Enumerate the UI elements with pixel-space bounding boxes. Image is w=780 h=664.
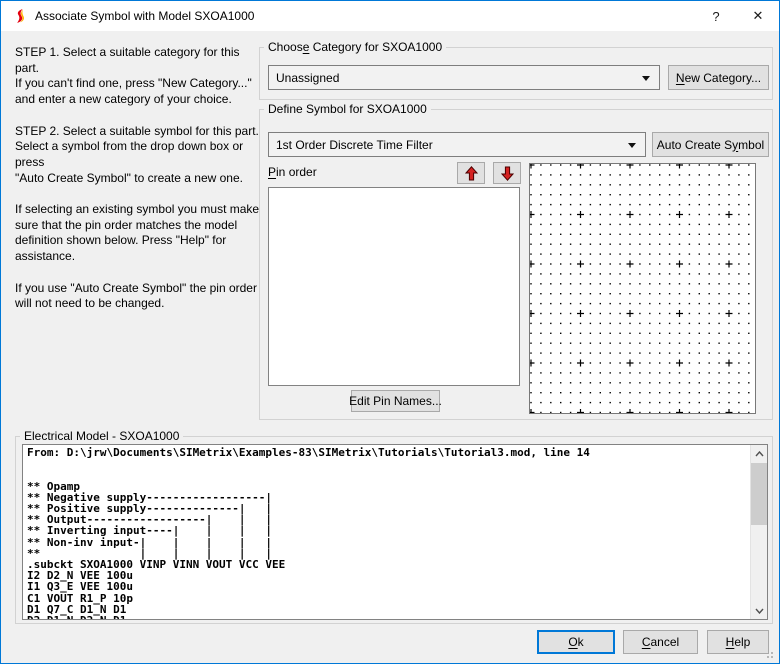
pin-order-note-paragraph: If selecting an existing symbol you must… xyxy=(15,202,265,265)
define-symbol-group: Define Symbol for SXOA1000 1st Order Dis… xyxy=(259,109,773,420)
question-icon: ? xyxy=(712,9,719,24)
cancel-button[interactable]: Cancel xyxy=(623,630,698,654)
model-text: From: D:\jrw\Documents\SIMetrix\Examples… xyxy=(27,447,590,620)
title-bar[interactable]: Associate Symbol with Model SXOA1000 ? ✕ xyxy=(1,1,779,31)
edit-pin-names-button[interactable]: Edit Pin Names... xyxy=(351,390,440,412)
resize-grip[interactable] xyxy=(764,649,774,659)
model-text-view[interactable]: From: D:\jrw\Documents\SIMetrix\Examples… xyxy=(22,444,768,620)
move-pin-down-button[interactable] xyxy=(493,162,521,184)
auto-create-note-paragraph: If you use "Auto Create Symbol" the pin … xyxy=(15,281,265,312)
down-arrow-icon xyxy=(501,166,514,181)
step2-paragraph: STEP 2. Select a suitable symbol for thi… xyxy=(15,124,265,187)
dot-grid xyxy=(530,164,755,413)
symbol-dropdown-value: 1st Order Discrete Time Filter xyxy=(276,138,433,152)
electrical-model-group: Electrical Model - SXOA1000 From: D:\jrw… xyxy=(15,436,773,624)
category-dropdown-value: Unassigned xyxy=(276,71,339,85)
chevron-down-icon xyxy=(642,76,650,81)
associate-symbol-dialog: Associate Symbol with Model SXOA1000 ? ✕… xyxy=(0,0,780,664)
category-dropdown[interactable]: Unassigned xyxy=(268,65,660,90)
simetrix-logo-icon xyxy=(12,8,28,24)
move-pin-up-button[interactable] xyxy=(457,162,485,184)
scrollbar-thumb[interactable] xyxy=(751,463,768,525)
scroll-down-icon xyxy=(755,608,764,614)
new-category-button[interactable]: New Category... xyxy=(668,65,769,90)
model-vertical-scrollbar[interactable] xyxy=(750,445,767,619)
up-arrow-icon xyxy=(465,166,478,181)
choose-category-group: Choose Category for SXOA1000 Unassigned … xyxy=(259,47,773,100)
scroll-up-button[interactable] xyxy=(751,445,768,462)
close-icon: ✕ xyxy=(753,8,764,24)
symbol-dropdown[interactable]: 1st Order Discrete Time Filter xyxy=(268,132,646,157)
chevron-down-icon xyxy=(628,143,636,148)
pin-order-label: Pin order xyxy=(268,165,317,179)
close-button[interactable]: ✕ xyxy=(736,1,780,31)
instructions-text: STEP 1. Select a suitable category for t… xyxy=(15,45,265,328)
pin-order-list[interactable] xyxy=(268,187,520,386)
scroll-down-button[interactable] xyxy=(751,602,768,619)
choose-category-group-label: Choose Category for SXOA1000 xyxy=(264,40,446,54)
symbol-preview-panel xyxy=(529,163,756,414)
auto-create-symbol-button[interactable]: Auto Create Symbol xyxy=(652,132,769,157)
ok-button[interactable]: Ok xyxy=(537,630,615,654)
electrical-model-group-label: Electrical Model - SXOA1000 xyxy=(20,429,183,443)
step1-paragraph: STEP 1. Select a suitable category for t… xyxy=(15,45,265,108)
scroll-up-icon xyxy=(755,451,764,457)
help-button[interactable]: Help xyxy=(707,630,769,654)
define-symbol-group-label: Define Symbol for SXOA1000 xyxy=(264,102,431,116)
window-title: Associate Symbol with Model SXOA1000 xyxy=(35,9,254,23)
titlebar-help-button[interactable]: ? xyxy=(698,1,734,31)
